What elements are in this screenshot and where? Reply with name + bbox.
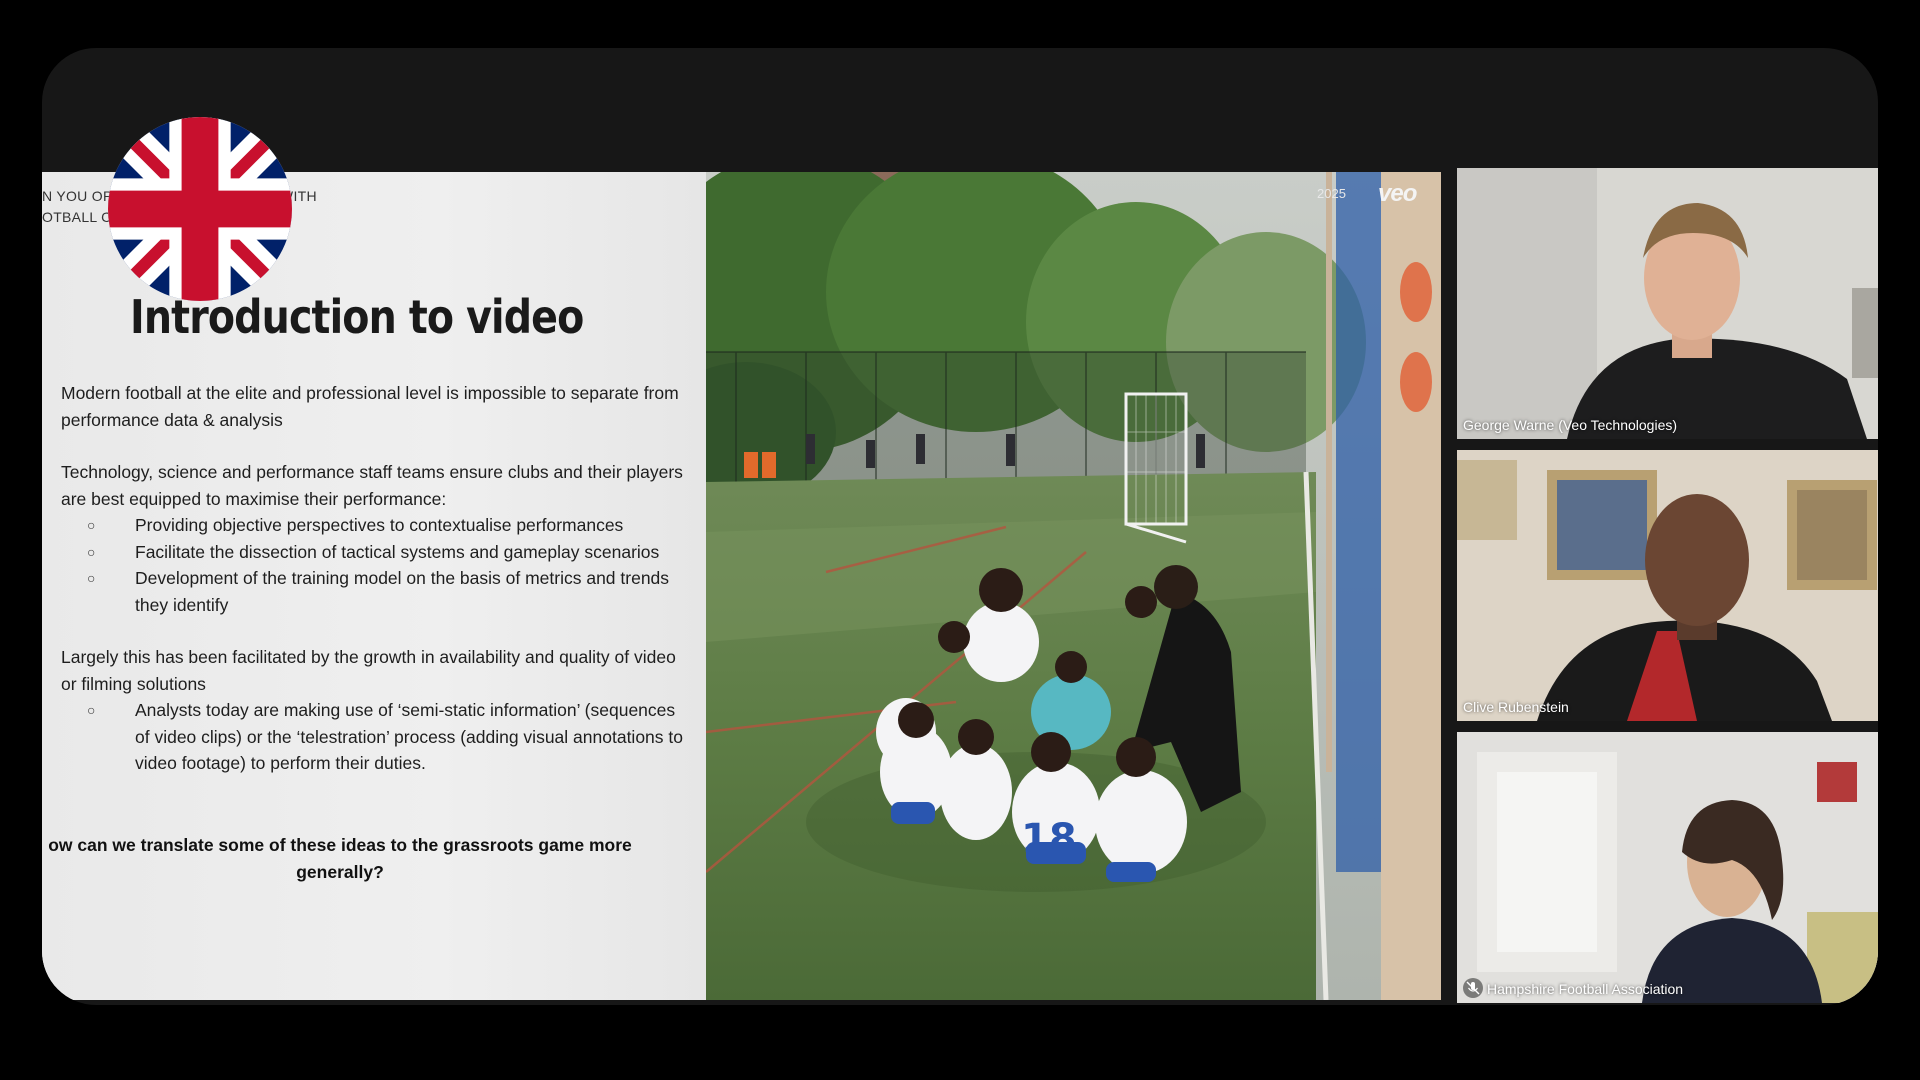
slide-caption-line-2: OTBALL C [42,209,112,225]
list-item-text: Development of the training model on the… [135,568,670,615]
list-item-text: Facilitate the dissection of tactical sy… [135,541,660,562]
shared-screen: N YOU OP WITH OTBALL C Introduction to v… [42,172,1441,1000]
participant-name: George Warne (Veo Technologies) [1463,417,1678,433]
paragraph-2: Technology, science and performance staf… [61,462,683,509]
bullet-icon: ○ [87,517,96,533]
meeting-window: N YOU OP WITH OTBALL C Introduction to v… [42,48,1878,1005]
participant-tile[interactable]: Hampshire Football Association [1457,732,1878,1003]
list-item-text: Analysts today are making use of ‘semi-s… [135,700,683,773]
participant-video [1457,450,1878,721]
list-item-text: Providing objective perspectives to cont… [135,515,624,535]
participant-video [1457,732,1878,1003]
paragraph-3-block: Largely this has been facilitated by the… [61,644,686,777]
svg-text:18: 18 [1021,816,1077,862]
bullet-list-2: ○ Analysts today are making use of ‘semi-… [61,697,686,777]
slide-question: ow can we translate some of these ideas … [48,835,632,882]
football-team-photo: 18 [706,172,1441,1000]
list-item: ○ Providing objective perspectives to con… [61,512,686,539]
participant-name: Clive Rubenstein [1463,699,1569,715]
participant-tile[interactable]: Clive Rubenstein [1457,450,1878,721]
bullet-icon: ○ [87,702,96,718]
slide-body: Modern football at the elite and profess… [61,380,686,777]
list-item: ○ Development of the training model on th… [61,565,686,618]
participant-tile[interactable]: George Warne (Veo Technologies) [1457,168,1878,439]
list-item: ○ Facilitate the dissection of tactical s… [61,539,686,566]
paragraph-3: Largely this has been facilitated by the… [61,647,676,694]
paragraph-1: Modern football at the elite and profess… [61,383,679,430]
photo-year-stamp: 2025 [1317,186,1346,201]
paragraph-2-block: Technology, science and performance staf… [61,459,686,618]
union-jack-icon [108,117,292,301]
bullet-icon: ○ [87,570,96,586]
slide-text-panel: N YOU OP WITH OTBALL C Introduction to v… [42,172,706,1000]
slide-photo: 18 2025 veo [706,172,1441,1000]
mic-muted-icon [1463,978,1483,998]
bullet-list-1: ○ Providing objective perspectives to con… [61,512,686,618]
list-item: ○ Analysts today are making use of ‘semi-… [61,697,686,777]
bullet-icon: ○ [87,543,96,560]
participant-video [1457,168,1878,439]
veo-logo: veo [1378,180,1417,207]
participant-name: Hampshire Football Association [1487,981,1684,997]
